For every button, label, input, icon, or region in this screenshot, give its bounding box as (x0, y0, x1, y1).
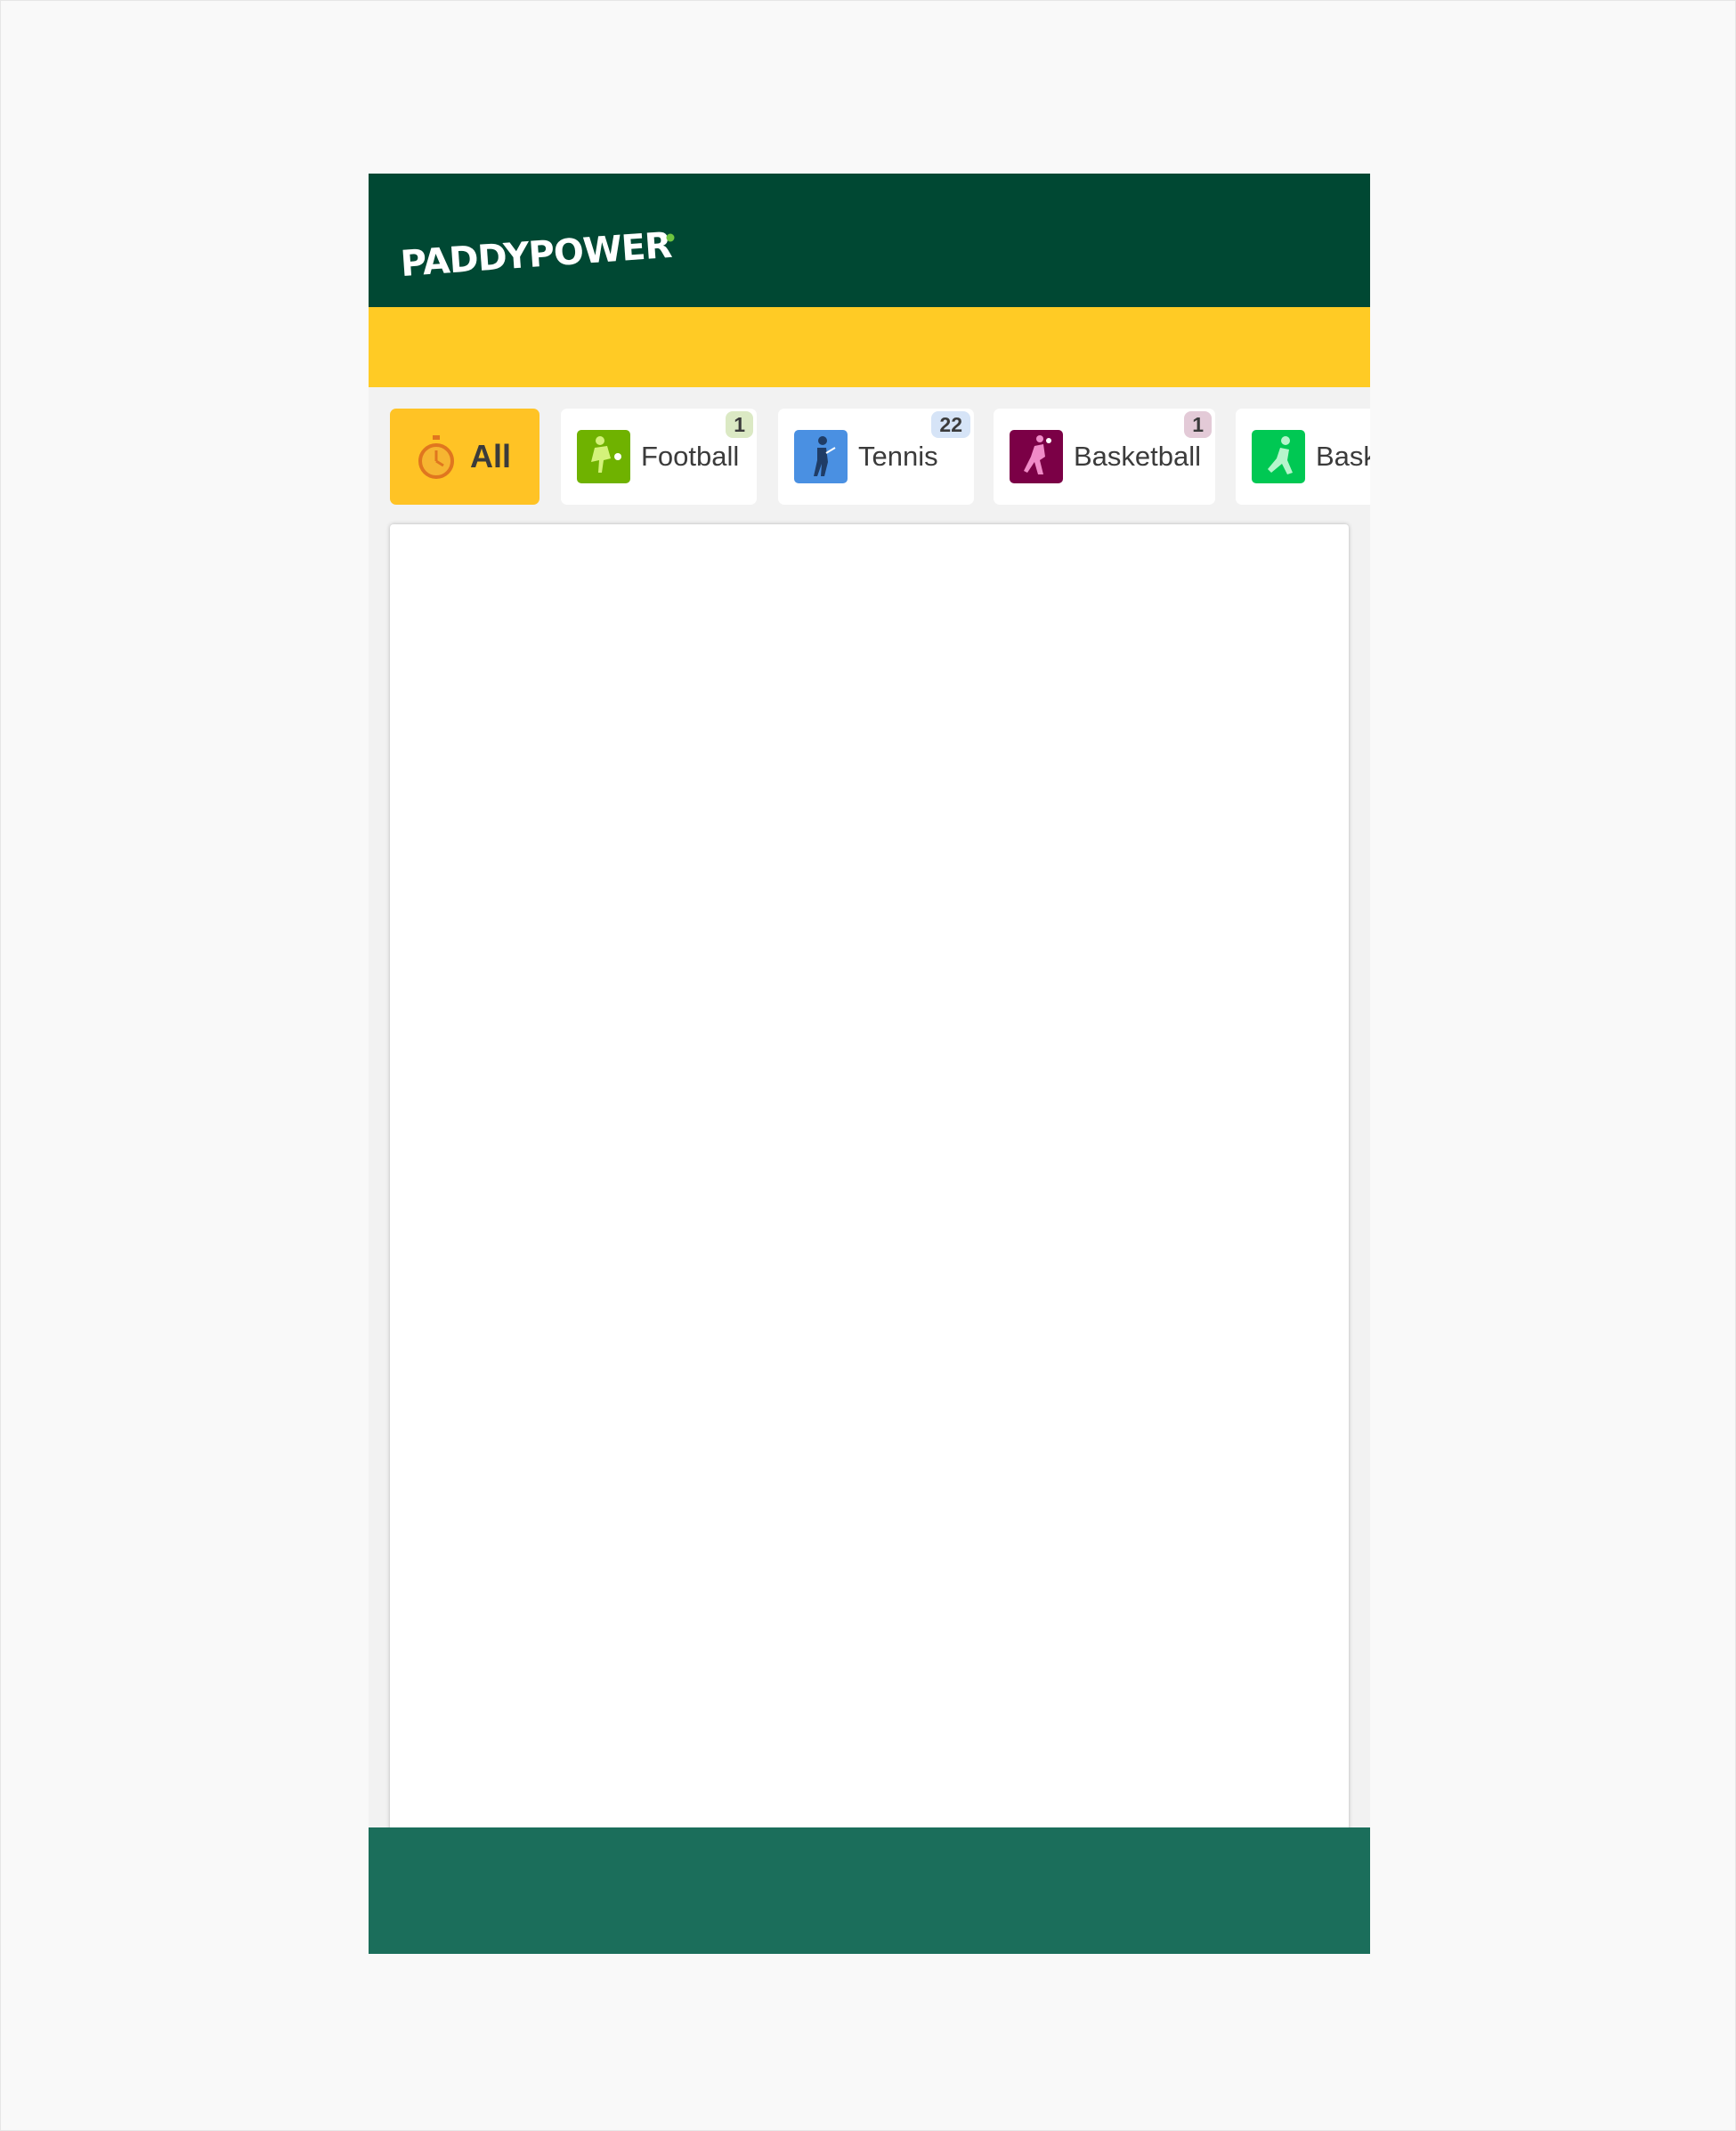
tab-label: Tennis (858, 441, 938, 472)
football-icon (577, 430, 630, 483)
tab-tennis[interactable]: Tennis 22 (778, 409, 974, 505)
count-badge: 22 (931, 411, 970, 438)
app-frame: PADDYPOWER All Football 1 Tennis 22 Bask… (369, 174, 1370, 1954)
tab-basketball[interactable]: Basketball 1 (994, 409, 1215, 505)
paddypower-logo[interactable]: PADDYPOWER (400, 211, 685, 282)
promo-bar (369, 307, 1370, 387)
tab-label: Basketball (1074, 441, 1202, 472)
tab-label: All (470, 438, 512, 474)
header: PADDYPOWER (369, 174, 1370, 307)
tab-football[interactable]: Football 1 (561, 409, 757, 505)
tennis-icon (794, 430, 848, 483)
tab-all[interactable]: All (390, 409, 539, 505)
tab-label: Basketball (1316, 441, 1370, 472)
content-panel (390, 524, 1349, 1842)
basketball-green-icon (1252, 430, 1305, 483)
basketball-icon (1010, 430, 1063, 483)
sports-tabs: All Football 1 Tennis 22 Basketball 1 Ba… (369, 409, 1370, 505)
tab-basketball-2[interactable]: Basketball (1236, 409, 1370, 505)
tab-label: Football (641, 441, 740, 472)
footer (369, 1827, 1370, 1954)
svg-text:PADDYPOWER: PADDYPOWER (400, 225, 673, 282)
count-badge: 1 (726, 411, 753, 438)
count-badge: 1 (1184, 411, 1212, 438)
stopwatch-icon (418, 435, 454, 479)
